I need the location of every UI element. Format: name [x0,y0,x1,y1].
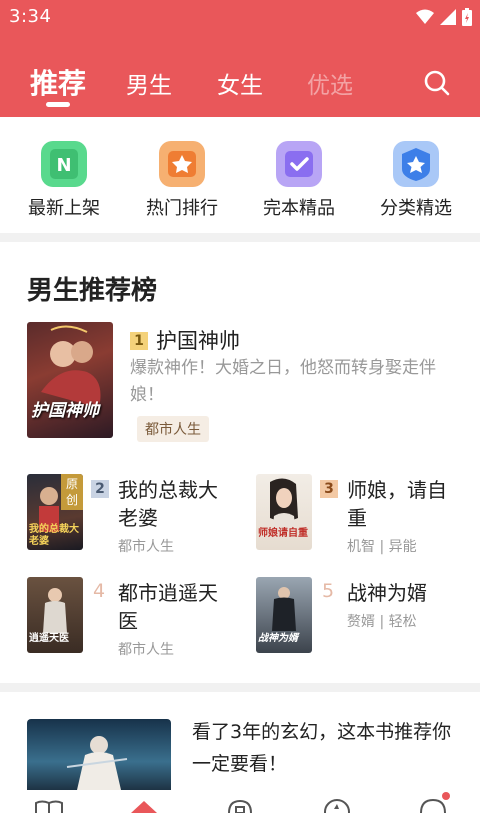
category-label: 热门排行 [146,198,218,219]
category-shortcuts: N 最新上架 热门排行 完本精品 分类精选 [0,117,480,231]
rank-number-5: 5 [322,580,335,602]
star-icon [393,141,439,187]
bottom-navigation [0,790,480,813]
tab-female[interactable]: 女生 [217,66,263,100]
rank-badge-1: 1 [130,332,148,350]
book-cover-2[interactable]: 原创 我的总裁大老婆 [27,474,83,550]
tab-recommend[interactable]: 推荐 [30,62,86,102]
category-label: 最新上架 [28,198,100,219]
trophy-icon [159,141,205,187]
app-header: 3:34 推荐 男生 女生 优选 [0,0,480,117]
wifi-icon [416,9,434,24]
cover-title: 我的总裁大老婆 [29,524,79,547]
category-label: 分类精选 [380,198,452,219]
cover-title: 护国神帅 [31,401,99,421]
book-meta: 赘婿 | 轻松 [347,614,417,630]
svg-text:N: N [56,155,71,176]
welfare-icon[interactable] [322,798,352,813]
feature-text[interactable]: 看了3年的玄幻，这本书推荐你一定要看！ [192,716,454,780]
book-cover-5[interactable]: 战神为婿 [256,577,312,653]
book-title: 战神为婿 [347,581,427,605]
book-item-5[interactable]: 5 战神为婿 赘婿 | 轻松 [320,579,460,631]
book-item-2[interactable]: 2 我的总裁大老婆 都市人生 [91,476,221,556]
category-classified[interactable]: 分类精选 [366,141,466,220]
section-divider [0,683,480,692]
system-icons [416,8,472,26]
section-divider [0,233,480,242]
notification-dot [442,792,450,800]
search-icon[interactable] [424,70,450,96]
genre-tag: 都市人生 [137,416,209,442]
status-bar: 3:34 [0,0,480,32]
category-hot[interactable]: 热门排行 [132,141,232,220]
battery-icon [462,8,472,26]
category-label: 完本精品 [263,198,335,219]
tab-featured[interactable]: 优选 [307,66,353,100]
book-meta: 机智 | 异能 [347,539,417,555]
book-title: 护国神帅 [156,329,240,353]
category-newest[interactable]: N 最新上架 [14,141,114,220]
top-book-title-row[interactable]: 1 护国神帅 [130,327,240,355]
profile-icon[interactable] [418,798,448,813]
bookshelf-icon[interactable] [34,800,64,813]
book-meta: 都市人生 [118,642,174,658]
signal-icon [440,9,456,25]
status-time: 3:34 [9,6,52,27]
category-complete[interactable]: 完本精品 [249,141,349,220]
cover-ribbon: 原创 [61,474,83,510]
new-icon: N [41,141,87,187]
home-icon[interactable] [129,799,159,813]
cover-title: 逍遥天医 [29,633,69,644]
top-tabs: 推荐 男生 女生 优选 [0,60,480,110]
section-title: 男生推荐榜 [27,276,158,306]
book-title: 师娘，请自重 [347,478,447,530]
cover-title: 战神为婿 [258,633,298,644]
book-cover-4[interactable]: 逍遥天医 [27,577,83,653]
check-icon [276,141,322,187]
category-icon[interactable] [226,799,254,813]
rank-badge-2: 2 [91,480,109,498]
rank-number-4: 4 [93,580,106,602]
book-title: 都市逍遥天医 [118,581,218,633]
book-item-4[interactable]: 4 都市逍遥天医 都市人生 [91,579,231,659]
book-cover-1[interactable]: 护国神帅 [27,322,113,438]
book-item-3[interactable]: 3 师娘，请自重 机智 | 异能 [320,476,460,556]
rank-badge-3: 3 [320,480,338,498]
book-title: 我的总裁大老婆 [118,478,218,530]
top-book-desc: 爆款神作！大婚之日，他怒而转身娶走伴娘！ [130,358,436,405]
tab-male[interactable]: 男生 [126,66,172,100]
cover-title: 师娘请自重 [258,528,308,539]
book-meta: 都市人生 [118,539,174,555]
book-cover-3[interactable]: 师娘请自重 [256,474,312,550]
feature-image[interactable] [27,719,171,790]
active-tab-indicator [46,102,70,107]
